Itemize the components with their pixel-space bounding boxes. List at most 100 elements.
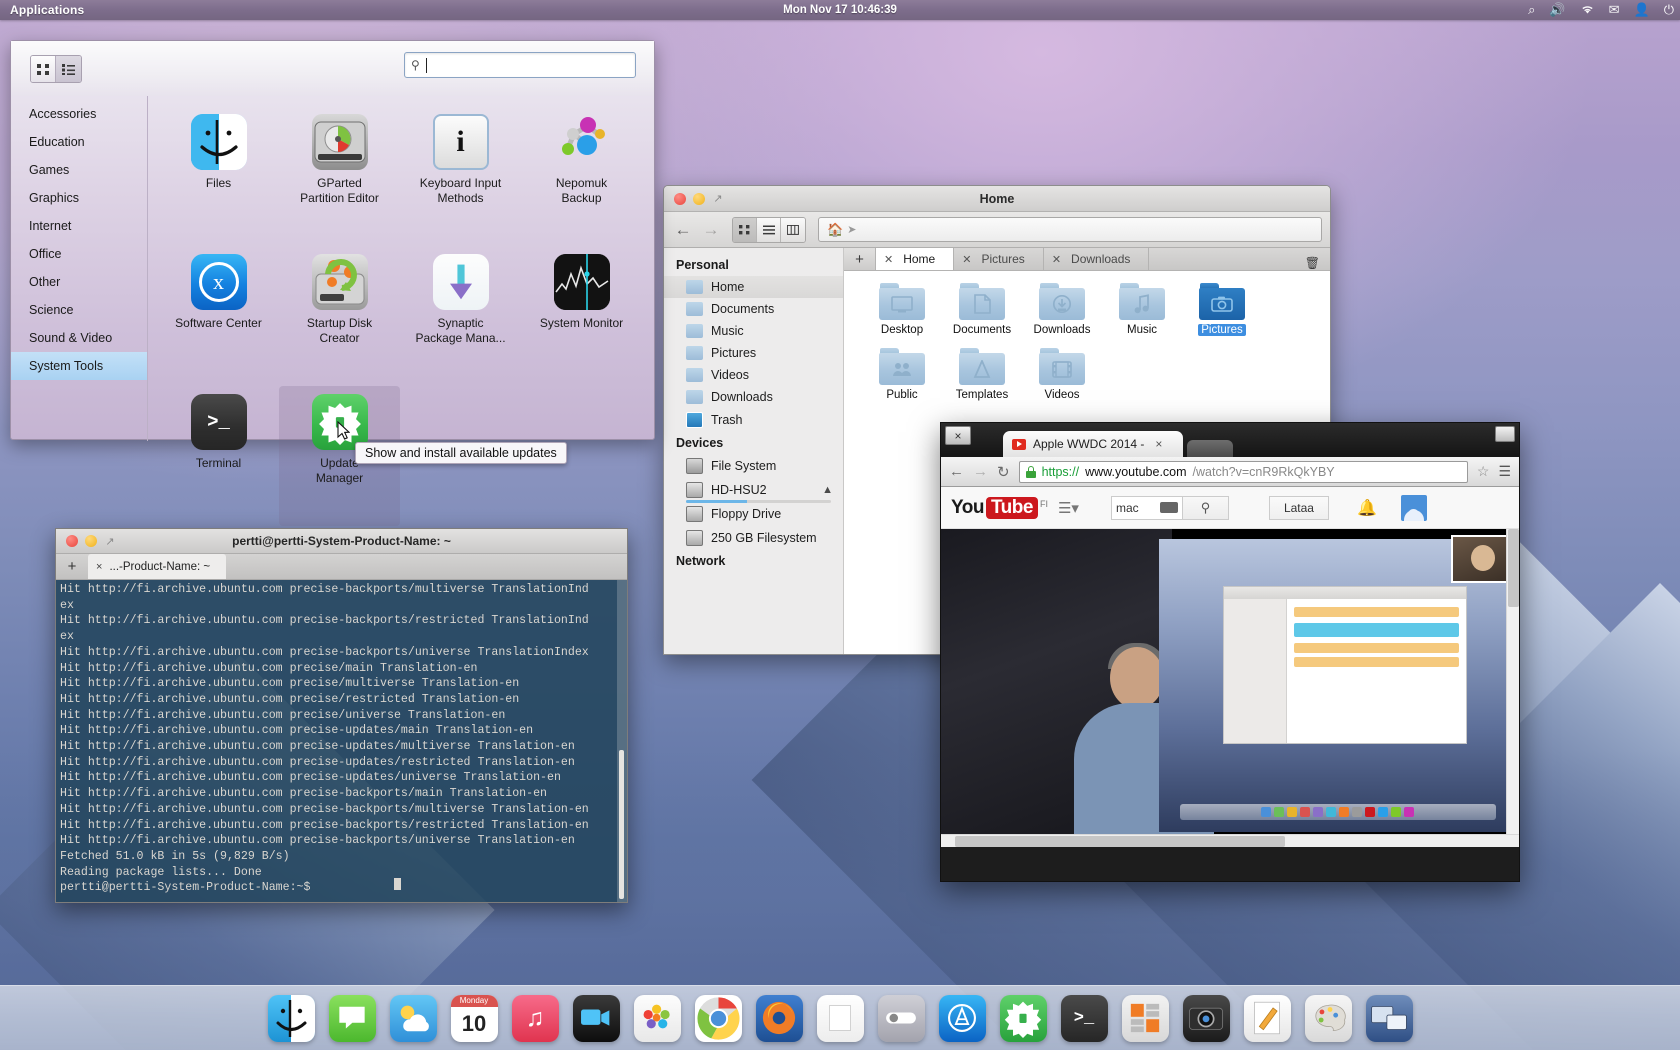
chrome-icon[interactable]	[695, 995, 742, 1042]
paint-icon[interactable]	[1305, 995, 1352, 1042]
photos-icon[interactable]	[634, 995, 681, 1042]
category-sound-video[interactable]: Sound & Video	[11, 324, 147, 352]
browser-menu-icon[interactable]: ☰	[1498, 463, 1511, 480]
settings-icon[interactable]	[878, 995, 925, 1042]
back-button[interactable]: ←	[672, 220, 694, 240]
back-button[interactable]: ←	[949, 463, 964, 480]
bookmark-star-icon[interactable]: ☆	[1477, 463, 1490, 480]
sidebar-item-250gb-filesystem[interactable]: 250 GB Filesystem	[664, 526, 843, 550]
file-item-documents[interactable]: Documents	[942, 283, 1022, 336]
forward-button[interactable]: →	[973, 463, 988, 480]
close-icon[interactable]: ×	[96, 561, 102, 573]
tab-home[interactable]: ✕ Home	[876, 248, 954, 270]
category-games[interactable]: Games	[11, 156, 147, 184]
youtube-video-player[interactable]	[941, 529, 1519, 847]
software-center-icon[interactable]	[939, 995, 986, 1042]
app-item-nepomuk-backup[interactable]: Nepomuk Backup	[521, 106, 642, 246]
column-view-icon[interactable]	[781, 218, 805, 242]
new-tab-button[interactable]: +	[56, 554, 88, 579]
youtube-search-button[interactable]: ⚲	[1183, 496, 1229, 520]
calculator-icon[interactable]	[1122, 995, 1169, 1042]
category-education[interactable]: Education	[11, 128, 147, 156]
sidebar-item-hd-hsu2[interactable]: HD-HSU2 ▲	[664, 478, 843, 502]
terminal-scrollbar[interactable]	[617, 580, 627, 903]
new-tab-button[interactable]	[1187, 440, 1233, 457]
app-item-system-monitor[interactable]: System Monitor	[521, 246, 642, 386]
user-icon[interactable]: 👤	[1634, 2, 1650, 18]
tab-downloads[interactable]: ✕ Downloads	[1044, 248, 1150, 270]
app-item-synaptic[interactable]: Synaptic Package Mana...	[400, 246, 521, 386]
update-manager-icon[interactable]	[1000, 995, 1047, 1042]
scrollbar-thumb[interactable]	[1508, 529, 1519, 607]
page-scrollbar-vertical[interactable]	[1506, 529, 1519, 847]
youtube-search-input[interactable]: mac	[1111, 496, 1183, 520]
close-icon[interactable]: ×	[1155, 437, 1162, 451]
search-icon[interactable]: ⌕	[1528, 2, 1535, 18]
category-accessories[interactable]: Accessories	[11, 100, 147, 128]
window-maximize-button[interactable]	[1495, 426, 1515, 442]
browser-titlebar[interactable]: × Apple WWDC 2014 - ×	[941, 423, 1519, 457]
file-item-public[interactable]: Public	[862, 348, 942, 401]
grid-view-icon[interactable]	[31, 56, 56, 82]
app-item-keyboard-input-methods[interactable]: i Keyboard Input Methods	[400, 106, 521, 246]
sidebar-item-floppy-drive[interactable]: Floppy Drive	[664, 502, 843, 526]
trash-icon[interactable]: 🗑	[1295, 256, 1330, 270]
terminal-icon[interactable]: >_	[1061, 995, 1108, 1042]
terminal-tab[interactable]: × ...-Product-Name: ~	[88, 554, 226, 579]
close-icon[interactable]: ✕	[962, 253, 971, 266]
app-item-startup-disk-creator[interactable]: Startup Disk Creator	[279, 246, 400, 386]
weather-icon[interactable]	[390, 995, 437, 1042]
youtube-logo[interactable]: You Tube FI	[951, 497, 1048, 519]
file-item-pictures[interactable]: Pictures	[1182, 283, 1262, 336]
page-scrollbar-horizontal[interactable]	[941, 834, 1519, 847]
icon-view-icon[interactable]	[733, 218, 757, 242]
sidebar-item-pictures[interactable]: Pictures	[664, 342, 843, 364]
firefox-icon[interactable]	[756, 995, 803, 1042]
text-editor-icon[interactable]	[1244, 995, 1291, 1042]
sidebar-item-documents[interactable]: Documents	[664, 298, 843, 320]
avatar[interactable]	[1401, 495, 1427, 521]
forward-button[interactable]: →	[700, 220, 722, 240]
camera-icon[interactable]	[1183, 995, 1230, 1042]
category-internet[interactable]: Internet	[11, 212, 147, 240]
terminal-titlebar[interactable]: ↗ pertti@pertti-System-Product-Name: ~	[56, 529, 627, 554]
category-system-tools[interactable]: System Tools	[11, 352, 147, 380]
file-item-videos[interactable]: Videos	[1022, 348, 1102, 401]
calendar-icon[interactable]: Monday 10	[451, 995, 498, 1042]
tab-pictures[interactable]: ✕ Pictures	[954, 248, 1044, 270]
bell-icon[interactable]: 🔔	[1357, 498, 1377, 518]
sidebar-item-music[interactable]: Music	[664, 320, 843, 342]
file-item-templates[interactable]: Templates	[942, 348, 1022, 401]
displays-icon[interactable]	[1366, 995, 1413, 1042]
list-view-icon[interactable]	[757, 218, 781, 242]
power-icon[interactable]: ⏻	[1664, 2, 1674, 18]
volume-icon[interactable]: 🔊	[1549, 2, 1565, 18]
file-manager-titlebar[interactable]: ↗ Home	[664, 186, 1330, 212]
reload-button[interactable]: ↻	[997, 463, 1010, 481]
file-item-desktop[interactable]: Desktop	[862, 283, 942, 336]
scrollbar-thumb[interactable]	[955, 836, 1285, 847]
sidebar-item-home[interactable]: Home	[664, 276, 843, 298]
app-item-gparted[interactable]: GParted Partition Editor	[279, 106, 400, 246]
keyboard-icon[interactable]	[1160, 502, 1178, 513]
pages-icon[interactable]	[817, 995, 864, 1042]
sidebar-item-videos[interactable]: Videos	[664, 364, 843, 386]
photobooth-icon[interactable]	[573, 995, 620, 1042]
file-item-music[interactable]: Music	[1102, 283, 1182, 336]
category-science[interactable]: Science	[11, 296, 147, 324]
close-icon[interactable]: ✕	[884, 253, 893, 266]
category-office[interactable]: Office	[11, 240, 147, 268]
sidebar-item-trash[interactable]: Trash	[664, 408, 843, 432]
hamburger-icon[interactable]: ☰▾	[1058, 499, 1079, 517]
applications-search-input[interactable]: ⚲	[404, 52, 636, 78]
mail-icon[interactable]: ✉	[1609, 2, 1620, 18]
close-icon[interactable]: ✕	[1052, 253, 1061, 266]
category-graphics[interactable]: Graphics	[11, 184, 147, 212]
category-other[interactable]: Other	[11, 268, 147, 296]
new-tab-button[interactable]: +	[844, 248, 876, 270]
home-icon[interactable]: 🏠	[827, 222, 843, 238]
app-item-files[interactable]: Files	[158, 106, 279, 246]
list-view-icon[interactable]	[56, 56, 81, 82]
sidebar-item-downloads[interactable]: Downloads	[664, 386, 843, 408]
browser-tab-youtube[interactable]: Apple WWDC 2014 - ×	[1003, 431, 1183, 457]
